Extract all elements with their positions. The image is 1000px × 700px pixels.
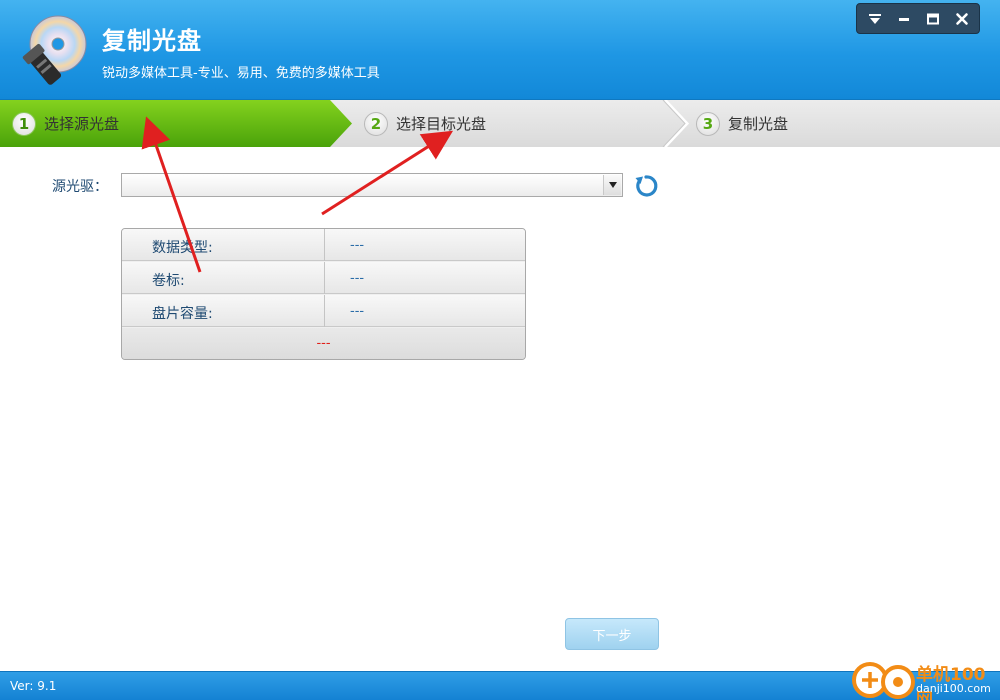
step-label: 选择目标光盘 — [396, 115, 487, 133]
title-bar: 复制光盘 锐动多媒体工具-专业、易用、免费的多媒体工具 — [0, 0, 1000, 100]
info-value: --- — [350, 238, 365, 253]
cd-torch-logo-icon — [22, 15, 87, 85]
chevron-down-icon — [608, 182, 617, 188]
source-drive-select[interactable] — [121, 173, 623, 197]
watermark-logo-icon — [852, 662, 915, 699]
maximize-icon — [926, 13, 939, 24]
refresh-icon[interactable] — [632, 172, 660, 200]
info-value: --- — [350, 271, 365, 286]
step-number: 3 — [696, 111, 720, 136]
step-number: 1 — [12, 111, 36, 136]
app-title: 复制光盘 — [102, 27, 202, 55]
source-drive-label: 源光驱： — [52, 179, 108, 195]
close-button[interactable] — [949, 7, 975, 31]
window-controls — [856, 3, 980, 34]
menu-dropdown-icon — [868, 13, 881, 24]
wizard-steps: 1 选择源光盘 2 选择目标光盘 3 复制光盘 — [0, 100, 1000, 147]
step-number: 2 — [364, 111, 388, 136]
info-value: --- — [350, 304, 365, 319]
info-key: 数据类型: — [152, 240, 213, 256]
column-divider — [324, 262, 325, 294]
column-divider — [324, 229, 325, 261]
step-copy-disc[interactable]: 3 复制光盘 — [696, 100, 788, 147]
minimize-button[interactable] — [891, 7, 917, 31]
disc-info-panel: 数据类型: --- 卷标: --- 盘片容量: --- --- — [121, 228, 526, 360]
watermark-url: danji100.com — [916, 682, 991, 695]
info-key: 盘片容量: — [152, 306, 213, 322]
steps-background — [0, 100, 1000, 147]
app-subtitle: 锐动多媒体工具-专业、易用、免费的多媒体工具 — [102, 66, 380, 81]
minimize-icon — [898, 17, 909, 21]
status-bar: Ver: 9.1 — [0, 671, 1000, 700]
info-row-volume-label: 卷标: --- — [122, 262, 525, 294]
maximize-button[interactable] — [920, 7, 946, 31]
info-row-capacity: 盘片容量: --- — [122, 295, 525, 327]
info-status: --- — [122, 328, 525, 359]
column-divider — [324, 295, 325, 327]
next-step-button[interactable]: 下一步 — [565, 618, 659, 650]
dropdown-arrow-button[interactable] — [603, 175, 621, 195]
info-key: 卷标: — [152, 273, 185, 289]
step-label: 选择源光盘 — [44, 115, 120, 133]
step-select-source[interactable]: 1 选择源光盘 — [12, 100, 119, 147]
step-select-target[interactable]: 2 选择目标光盘 — [364, 100, 486, 147]
step-label: 复制光盘 — [728, 115, 789, 133]
info-row-data-type: 数据类型: --- — [122, 229, 525, 261]
menu-dropdown-button[interactable] — [862, 7, 888, 31]
version-label: Ver: 9.1 — [10, 679, 57, 693]
close-icon — [955, 12, 968, 25]
